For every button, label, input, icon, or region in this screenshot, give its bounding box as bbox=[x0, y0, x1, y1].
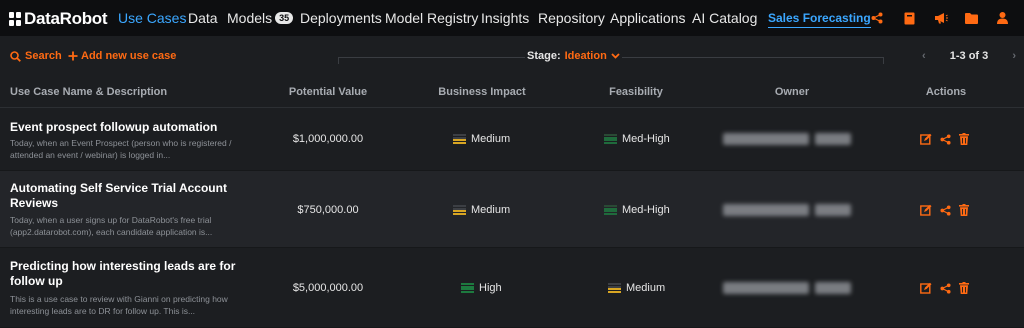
feasibility-level-icon bbox=[604, 205, 617, 215]
plus-icon bbox=[68, 51, 78, 61]
feasibility-label: Med-High bbox=[622, 133, 670, 145]
edit-icon[interactable] bbox=[920, 133, 932, 145]
impact-label: High bbox=[479, 282, 502, 294]
feasibility-label: Med-High bbox=[622, 204, 670, 216]
toolbar: Search Add new use case Stage: Ideation … bbox=[0, 36, 1024, 80]
impact-level-icon bbox=[461, 283, 474, 293]
col-header-actions: Actions bbox=[925, 86, 967, 98]
edit-icon[interactable] bbox=[920, 282, 932, 294]
search-label: Search bbox=[25, 50, 62, 62]
nav-data[interactable]: Data bbox=[188, 10, 218, 26]
logo-icon bbox=[9, 12, 21, 26]
use-case-description: Today, when a user signs up for DataRobo… bbox=[10, 215, 213, 237]
add-use-case-label: Add new use case bbox=[81, 50, 177, 62]
col-header-feasibility[interactable]: Feasibility bbox=[566, 86, 706, 98]
feasibility-label: Medium bbox=[626, 282, 666, 294]
book-icon[interactable] bbox=[901, 10, 917, 26]
pagination: ‹ 1-3 of 3 › bbox=[922, 50, 1016, 62]
col-header-value[interactable]: Potential Value bbox=[258, 86, 398, 98]
models-count-badge: 35 bbox=[275, 12, 294, 24]
share-icon[interactable] bbox=[939, 204, 951, 216]
chevron-down-icon bbox=[611, 53, 620, 59]
row-actions bbox=[920, 133, 970, 145]
edit-icon[interactable] bbox=[920, 204, 932, 216]
share-icon[interactable] bbox=[869, 10, 885, 26]
nav-deployments[interactable]: Deployments bbox=[300, 10, 382, 26]
search-icon bbox=[10, 50, 21, 62]
prev-page-button[interactable]: ‹ bbox=[922, 50, 926, 62]
feasibility: Med-High bbox=[604, 204, 670, 216]
next-page-button[interactable]: › bbox=[1012, 50, 1016, 62]
business-impact: Medium bbox=[453, 133, 510, 145]
table-row[interactable]: Automating Self Service Trial Account Re… bbox=[0, 171, 1024, 248]
nav-insights[interactable]: Insights bbox=[481, 10, 529, 26]
use-case-name[interactable]: Automating Self Service Trial Account Re… bbox=[10, 181, 250, 211]
row-actions bbox=[920, 204, 970, 216]
business-impact: High bbox=[461, 282, 502, 294]
feasibility: Med-High bbox=[604, 133, 670, 145]
potential-value: $5,000,000.00 bbox=[292, 282, 364, 294]
use-case-description: Today, when an Event Prospect (person wh… bbox=[10, 138, 232, 160]
impact-level-icon bbox=[453, 134, 466, 144]
feasibility: Medium bbox=[608, 282, 665, 294]
owner-blurred bbox=[723, 282, 857, 294]
nav-repository[interactable]: Repository bbox=[538, 10, 605, 26]
potential-value: $1,000,000.00 bbox=[292, 133, 364, 145]
share-icon[interactable] bbox=[939, 133, 951, 145]
impact-label: Medium bbox=[471, 133, 511, 145]
table-header: Use Case Name & Description Potential Va… bbox=[0, 80, 1024, 108]
search-button[interactable]: Search bbox=[10, 50, 62, 62]
top-nav: DataRobot Use Cases Data Models 35 Deploy… bbox=[0, 0, 1024, 36]
trash-icon[interactable] bbox=[958, 282, 970, 294]
share-icon[interactable] bbox=[939, 282, 951, 294]
owner-blurred bbox=[723, 204, 857, 216]
table-row[interactable]: Event prospect followup automation Today… bbox=[0, 108, 1024, 171]
use-case-name[interactable]: Predicting how interesting leads are for… bbox=[10, 259, 250, 289]
trash-icon[interactable] bbox=[958, 133, 970, 145]
logo-text-robot: Robot bbox=[59, 9, 108, 28]
project-name-link[interactable]: Sales Forecasting bbox=[768, 11, 871, 28]
user-icon[interactable] bbox=[994, 10, 1010, 26]
add-use-case-button[interactable]: Add new use case bbox=[68, 50, 176, 62]
owner-blurred bbox=[723, 133, 857, 145]
stage-filter[interactable]: Stage: Ideation bbox=[525, 50, 622, 62]
col-header-name[interactable]: Use Case Name & Description bbox=[10, 86, 167, 98]
impact-label: Medium bbox=[471, 204, 511, 216]
nav-models-label: Models bbox=[227, 10, 273, 26]
folder-icon[interactable] bbox=[963, 10, 979, 26]
use-case-name[interactable]: Event prospect followup automation bbox=[10, 120, 250, 135]
nav-model-registry[interactable]: Model Registry bbox=[385, 10, 478, 26]
col-header-impact[interactable]: Business Impact bbox=[412, 86, 552, 98]
business-impact: Medium bbox=[453, 204, 510, 216]
col-header-owner[interactable]: Owner bbox=[722, 86, 862, 98]
megaphone-icon[interactable] bbox=[933, 10, 949, 26]
use-case-description: This is a use case to review with Gianni… bbox=[10, 294, 228, 316]
nav-ai-catalog[interactable]: AI Catalog bbox=[692, 10, 757, 26]
logo-text-data: Data bbox=[24, 9, 60, 28]
feasibility-level-icon bbox=[608, 283, 621, 293]
table-row[interactable]: Predicting how interesting leads are for… bbox=[0, 248, 1024, 328]
nav-models[interactable]: Models 35 bbox=[227, 10, 294, 26]
trash-icon[interactable] bbox=[958, 204, 970, 216]
datarobot-logo[interactable]: DataRobot bbox=[9, 9, 108, 29]
nav-applications[interactable]: Applications bbox=[610, 10, 686, 26]
stage-label: Stage: bbox=[527, 50, 561, 62]
nav-use-cases[interactable]: Use Cases bbox=[118, 10, 186, 26]
row-actions bbox=[920, 282, 970, 294]
feasibility-level-icon bbox=[604, 134, 617, 144]
stage-value: Ideation bbox=[564, 50, 607, 62]
page-count: 1-3 of 3 bbox=[949, 50, 989, 62]
potential-value: $750,000.00 bbox=[297, 204, 359, 216]
impact-level-icon bbox=[453, 205, 466, 215]
